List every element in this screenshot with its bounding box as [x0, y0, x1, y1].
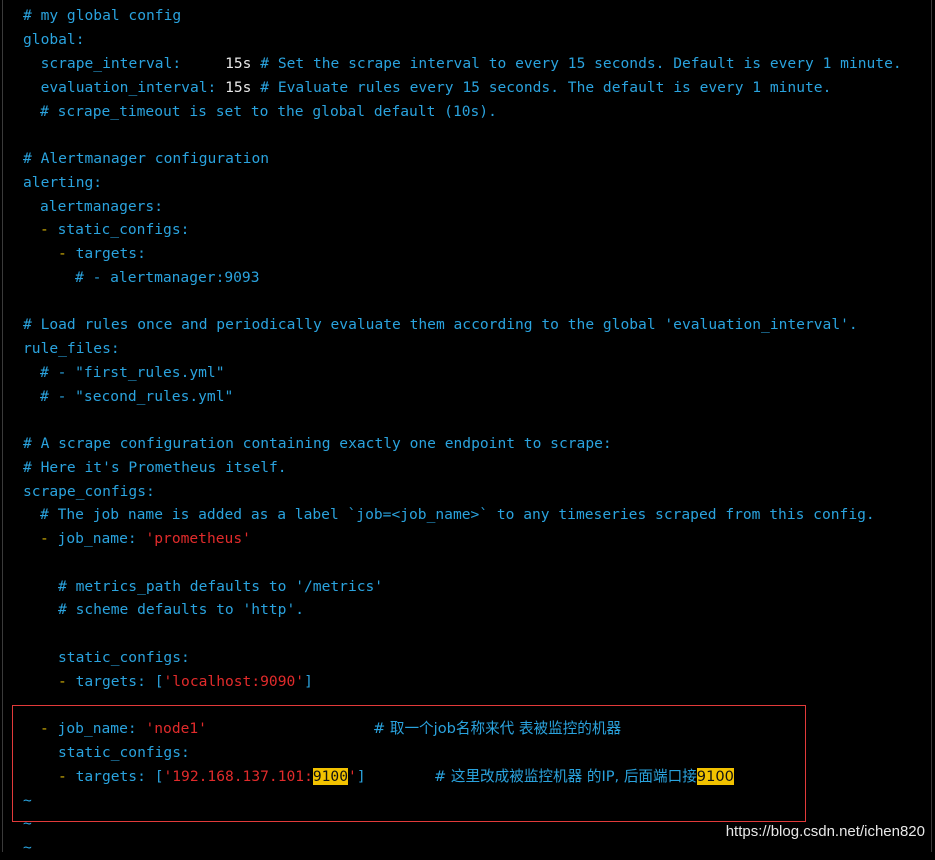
comment-line: # scrape_timeout is set to the global de…: [40, 103, 497, 120]
static-configs-line: - static_configs:: [40, 218, 189, 242]
comment-line: # scheme defaults to 'http'.: [58, 601, 305, 618]
key: targets:: [75, 245, 146, 262]
annotation-box: [12, 705, 806, 822]
scrape-configs-key: scrape_configs:: [23, 483, 155, 500]
targets-localhost-line: - targets: ['localhost:9090']: [58, 670, 313, 694]
key: evaluation_interval:: [40, 79, 217, 96]
string-value: 'prometheus': [145, 530, 251, 547]
comment-line: # - "second_rules.yml": [40, 388, 234, 405]
tilde-line: ~: [23, 839, 32, 856]
comment-line: # my global config: [23, 7, 182, 24]
scrape-interval-line: scrape_interval: 15s # Set the scrape in…: [23, 52, 902, 76]
comment-line: # The job name is added as a label `job=…: [40, 506, 875, 523]
bracket: ]: [304, 673, 313, 690]
rule-files-key: rule_files:: [23, 340, 120, 357]
string-value: 'localhost:9090': [163, 673, 305, 690]
dash-marker: -: [40, 221, 49, 238]
alertmanagers-key: alertmanagers:: [40, 198, 164, 215]
comment-line: # Load rules once and periodically evalu…: [23, 316, 858, 333]
key: static_configs:: [57, 221, 190, 238]
targets-line: - targets:: [58, 242, 146, 266]
static-configs-key: static_configs:: [58, 649, 190, 666]
evaluation-interval-line: evaluation_interval: 15s # Evaluate rule…: [23, 76, 832, 100]
comment-line: # metrics_path defaults to '/metrics': [58, 578, 384, 595]
alerting-key: alerting:: [23, 174, 103, 191]
value: 15s: [225, 79, 252, 96]
comment-line: # - alertmanager:9093: [75, 269, 260, 286]
key: scrape_interval:: [40, 55, 182, 72]
key: targets:: [75, 673, 146, 690]
comment-line: # Here it's Prometheus itself.: [23, 459, 287, 476]
job-name-prometheus-line: - job_name: 'prometheus': [40, 527, 251, 551]
key: job_name:: [57, 530, 137, 547]
dash-marker: -: [58, 245, 67, 262]
value: 15s: [225, 55, 252, 72]
comment: # Evaluate rules every 15 seconds. The d…: [260, 79, 832, 96]
global-key: global:: [23, 31, 85, 48]
comment: # Set the scrape interval to every 15 se…: [260, 55, 902, 72]
watermark: https://blog.csdn.net/ichen820: [725, 823, 925, 840]
terminal-editor[interactable]: # my global config global: scrape_interv…: [2, 0, 932, 856]
comment-line: # Alertmanager configuration: [23, 150, 270, 167]
dash-marker: -: [40, 530, 49, 547]
dash-marker: -: [58, 673, 67, 690]
comment-line: # A scrape configuration containing exac…: [23, 435, 612, 452]
comment-line: # - "first_rules.yml": [40, 364, 225, 381]
